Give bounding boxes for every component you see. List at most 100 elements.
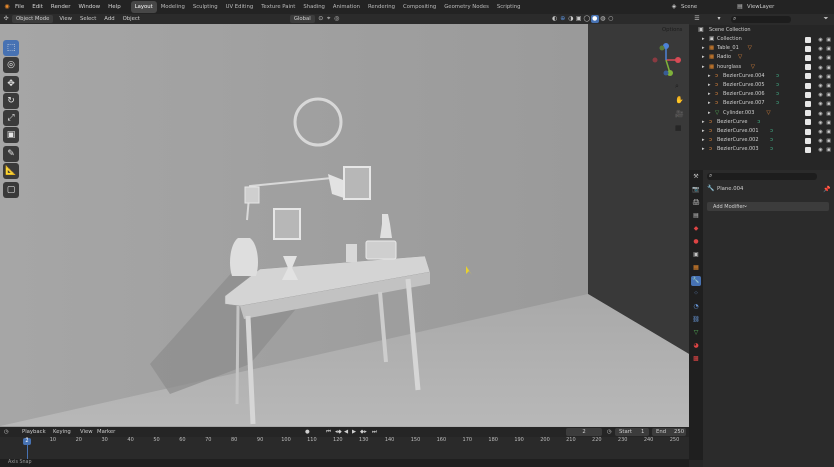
marker-menu[interactable]: Marker <box>97 427 115 437</box>
outliner-root[interactable]: ▣ Scene Collection <box>689 26 834 35</box>
expand-arrow-icon[interactable]: ▸ <box>702 136 705 145</box>
expand-arrow-icon[interactable]: ▸ <box>702 127 705 136</box>
expand-arrow-icon[interactable]: ▸ <box>702 35 705 44</box>
pivot-icon[interactable]: ⊙ <box>317 15 325 23</box>
rotate-tool[interactable]: ↻ <box>3 93 19 109</box>
data-tab-icon[interactable]: ▽ <box>691 328 701 338</box>
workspace-tab[interactable]: Scripting <box>493 1 525 13</box>
scale-tool[interactable]: ⤢ <box>3 110 19 126</box>
expand-arrow-icon[interactable]: ▸ <box>702 63 705 72</box>
zoom-icon[interactable]: ⌕ <box>675 82 679 91</box>
navigation-gizmo[interactable] <box>646 40 686 80</box>
material-tab-icon[interactable]: ◕ <box>691 341 701 351</box>
expand-arrow-icon[interactable]: ▸ <box>708 109 711 118</box>
editor-type-icon[interactable]: ✣ <box>2 15 10 23</box>
outliner-search-input[interactable]: ⌕ <box>731 15 791 23</box>
object-tab-icon[interactable]: ▦ <box>691 263 701 273</box>
record-icon[interactable]: ● <box>305 427 310 437</box>
play-icon[interactable]: ▶ <box>352 427 356 437</box>
menu-help[interactable]: Help <box>104 0 125 14</box>
jump-start-icon[interactable]: ⏮ <box>326 427 331 437</box>
menu-render[interactable]: Render <box>47 0 75 14</box>
annotate-tool[interactable]: ✎ <box>3 146 19 162</box>
outliner-item[interactable]: ▸ ▣ Collection ◉ ▣ <box>689 35 834 44</box>
collection-tab-icon[interactable]: ▣ <box>691 250 701 260</box>
snap-icon[interactable]: ⌖ <box>325 15 333 23</box>
exclude-checkbox[interactable] <box>805 54 811 61</box>
texture-tab-icon[interactable]: ▩ <box>691 354 701 364</box>
tool-tab-icon[interactable]: ⚒ <box>691 172 701 182</box>
visibility-icon[interactable]: ◐ <box>551 15 559 23</box>
workspace-tab[interactable]: Sculpting <box>189 1 222 13</box>
preview-range-icon[interactable]: ◷ <box>607 427 612 437</box>
playback-menu[interactable]: Playback <box>22 427 46 437</box>
end-frame-field[interactable]: End 250 <box>652 428 686 436</box>
view-layer-tab-icon[interactable]: ▤ <box>691 211 701 221</box>
gizmo-icon[interactable]: ⊕ <box>559 15 567 23</box>
xray-icon[interactable]: ▣ <box>575 15 583 23</box>
expand-arrow-icon[interactable]: ▸ <box>702 53 705 62</box>
workspace-tab[interactable]: UV Editing <box>222 1 258 13</box>
options-button[interactable]: Options <box>662 27 682 33</box>
workspace-tab[interactable]: Geometry Nodes <box>440 1 493 13</box>
start-frame-field[interactable]: Start 1 <box>615 428 649 436</box>
keying-menu[interactable]: Keying <box>53 427 71 437</box>
next-keyframe-icon[interactable]: ◆▸ <box>360 427 367 437</box>
exclude-checkbox[interactable] <box>805 110 811 117</box>
exclude-checkbox[interactable] <box>805 137 811 144</box>
shading-wireframe-icon[interactable]: ◯ <box>583 15 591 23</box>
scene-tab-icon[interactable]: ◆ <box>691 224 701 234</box>
object-name[interactable]: Plane.004 <box>717 186 743 192</box>
output-tab-icon[interactable]: 🖨 <box>691 198 701 208</box>
workspace-tab[interactable]: Compositing <box>399 1 440 13</box>
move-tool[interactable]: ✥ <box>3 76 19 92</box>
outliner-item[interactable]: ▸ ▦ Table_01 ▽ ◉ ▣ <box>689 44 834 53</box>
workspace-tab[interactable]: Texture Paint <box>257 1 299 13</box>
outliner-item[interactable]: ▸ ↄ BezierCurve ↄ ◉ ▣ <box>689 118 834 127</box>
exclude-checkbox[interactable] <box>805 45 811 52</box>
jump-end-icon[interactable]: ⏭ <box>372 427 377 437</box>
pan-icon[interactable]: ✋ <box>675 96 684 104</box>
outliner-item[interactable]: ▸ ▦ hourglass ▽ ◉ ▣ <box>689 63 834 72</box>
world-tab-icon[interactable]: ● <box>691 237 701 247</box>
menu-file[interactable]: File <box>11 0 28 14</box>
exclude-checkbox[interactable] <box>805 128 811 135</box>
workspace-tab[interactable]: Rendering <box>364 1 399 13</box>
shading-solid-icon[interactable]: ● <box>590 15 599 23</box>
add-menu[interactable]: Add <box>100 14 118 24</box>
expand-arrow-icon[interactable]: ▸ <box>708 81 711 90</box>
exclude-checkbox[interactable] <box>805 36 811 43</box>
filter-icon[interactable]: ⏷ <box>822 15 830 23</box>
measure-tool[interactable]: 📐 <box>3 163 19 179</box>
workspace-tab[interactable]: Layout <box>130 1 157 13</box>
transform-orientation-dropdown[interactable]: Global <box>289 15 315 23</box>
outliner-item[interactable]: ▸ ▽ Cylinder.003 ▽ ◉ ▣ <box>689 109 834 118</box>
play-reverse-icon[interactable]: ◀ <box>344 427 348 437</box>
exclude-checkbox[interactable] <box>805 119 811 126</box>
perspective-toggle-icon[interactable]: ▦ <box>675 124 682 132</box>
current-frame-field[interactable]: 2 <box>566 428 602 436</box>
exclude-checkbox[interactable] <box>805 64 811 71</box>
outliner-item[interactable]: ▸ ↄ BezierCurve.006 ↄ ◉ ▣ <box>689 90 834 99</box>
outliner-item[interactable]: ▸ ↄ BezierCurve.007 ↄ ◉ ▣ <box>689 99 834 108</box>
expand-arrow-icon[interactable]: ▸ <box>702 118 705 127</box>
outliner-item[interactable]: ▸ ↄ BezierCurve.003 ↄ ◉ ▣ <box>689 145 834 154</box>
view-layer-name[interactable]: ViewLayer <box>747 4 774 10</box>
frame-ruler[interactable]: 0102030405060708090100110120130140150160… <box>0 437 689 459</box>
exclude-checkbox[interactable] <box>805 100 811 107</box>
pin-icon[interactable]: 📌 <box>823 186 830 193</box>
eye-icon[interactable]: ◉ ▣ <box>818 146 832 155</box>
expand-arrow-icon[interactable]: ▸ <box>708 90 711 99</box>
camera-view-icon[interactable]: 🎥 <box>675 110 684 118</box>
playhead-frame-badge[interactable]: 2 <box>23 438 31 445</box>
expand-arrow-icon[interactable]: ▸ <box>708 72 711 81</box>
add-modifier-button[interactable]: Add Modifier ⌄ <box>707 202 829 211</box>
outliner-item[interactable]: ▸ ↄ BezierCurve.002 ↄ ◉ ▣ <box>689 136 834 145</box>
transform-tool[interactable]: ▣ <box>3 127 19 143</box>
workspace-tab[interactable]: Shading <box>299 1 329 13</box>
expand-arrow-icon[interactable]: ▸ <box>708 99 711 108</box>
expand-arrow-icon[interactable]: ▸ <box>702 44 705 53</box>
exclude-checkbox[interactable] <box>805 146 811 153</box>
add-cube-tool[interactable]: ▢ <box>3 182 19 198</box>
properties-search[interactable]: ⌕ <box>707 172 817 180</box>
